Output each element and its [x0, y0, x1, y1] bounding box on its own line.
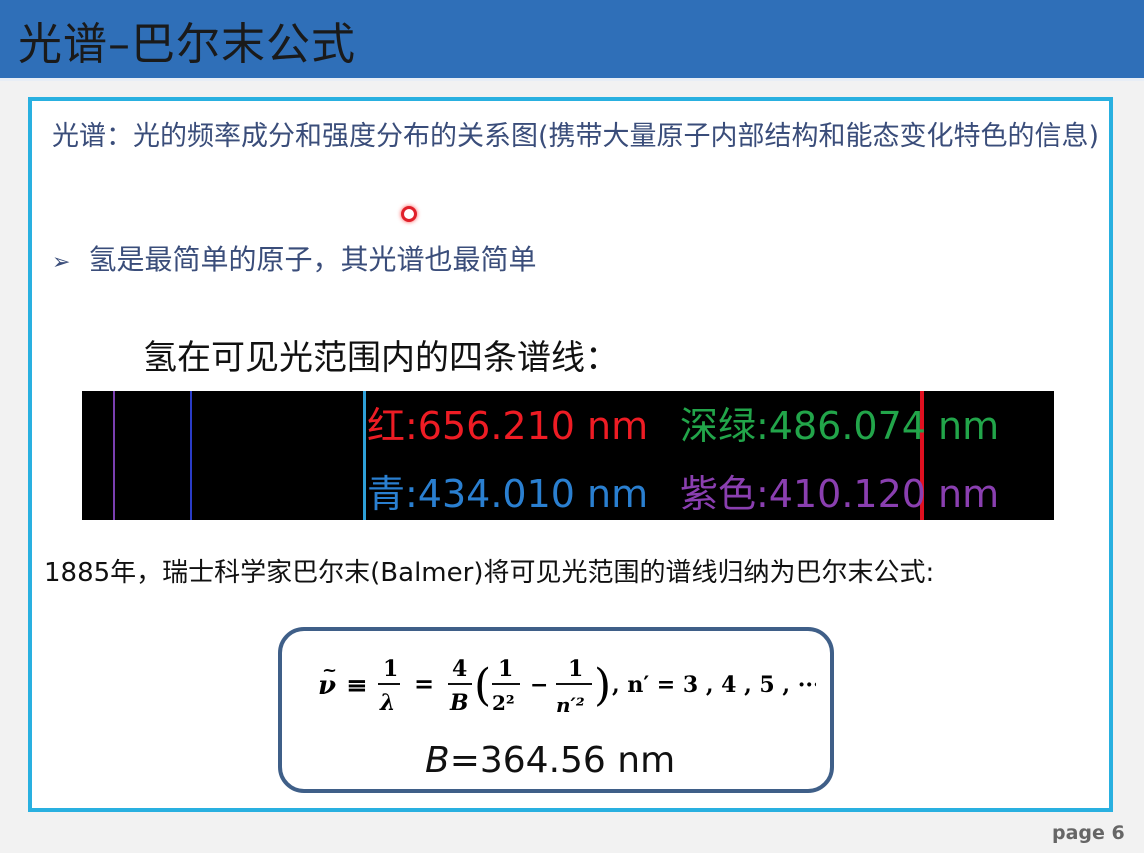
formula-tail: , n′ = 3 , 4 , 5 , ··· — [612, 672, 816, 698]
page-number: page 6 — [1052, 822, 1125, 844]
slide-title: 光谱–巴尔末公式 — [18, 19, 356, 70]
bullet-arrow-icon: ➢ — [52, 250, 71, 275]
spectral-line-cyan — [363, 391, 366, 520]
formula-one-a: 1 — [383, 656, 398, 682]
formula-two-sq: 2² — [492, 691, 515, 715]
lines-heading: 氢在可见光范围内的四条谱线： — [143, 338, 619, 378]
formula-one-c: 1 — [568, 656, 583, 682]
title-divider — [0, 78, 1144, 81]
spectral-line-blue — [190, 391, 192, 520]
b-value-text: =364.56 nm — [449, 740, 676, 781]
formula-lambda: λ — [379, 690, 395, 716]
formula-one-b: 1 — [498, 656, 513, 682]
laser-pointer-icon — [401, 206, 417, 222]
label-cyan: 青:434.010 nm — [367, 472, 649, 516]
balmer-formula: ν ~ ≡ 1 λ = 4 B ( 1 2² − 1 n′² ) , n′ = … — [318, 656, 816, 717]
formula-four: 4 — [452, 656, 467, 682]
minus-sign: − — [530, 672, 548, 698]
label-purple: 紫色:410.120 nm — [680, 472, 1000, 516]
spectral-line-violet — [113, 391, 115, 520]
paren-left: ( — [474, 660, 491, 711]
balmer-history: 1885年，瑞士科学家巴尔末(Balmer)将可见光范围的谱线归纳为巴尔末公式: — [44, 558, 935, 588]
hydrogen-spectrum: 红:656.210 nm 深绿:486.074 nm 青:434.010 nm … — [82, 391, 1054, 520]
b-constant: B=364.56 nm — [425, 740, 675, 781]
bullet-hydrogen: ➢ 氢是最简单的原子，其光谱也最简单 — [52, 238, 536, 278]
formula-B: B — [449, 690, 469, 716]
equals-1: = — [414, 669, 434, 698]
title-bar: 光谱–巴尔末公式 — [0, 0, 1144, 78]
spectrum-definition: 光谱：光的频率成分和强度分布的关系图(携带大量原子内部结构和能态变化特色的信息) — [52, 121, 1100, 152]
paren-right: ) — [594, 660, 611, 711]
bullet-text: 氢是最简单的原子，其光谱也最简单 — [88, 243, 537, 276]
b-variable: B — [425, 740, 450, 781]
label-red: 红:656.210 nm — [367, 404, 649, 448]
formula-n-sq: n′² — [556, 693, 585, 717]
label-deep-green: 深绿:486.074 nm — [680, 404, 1000, 448]
formula-equiv: ≡ — [346, 671, 368, 701]
tilde-mark: ~ — [322, 660, 337, 681]
